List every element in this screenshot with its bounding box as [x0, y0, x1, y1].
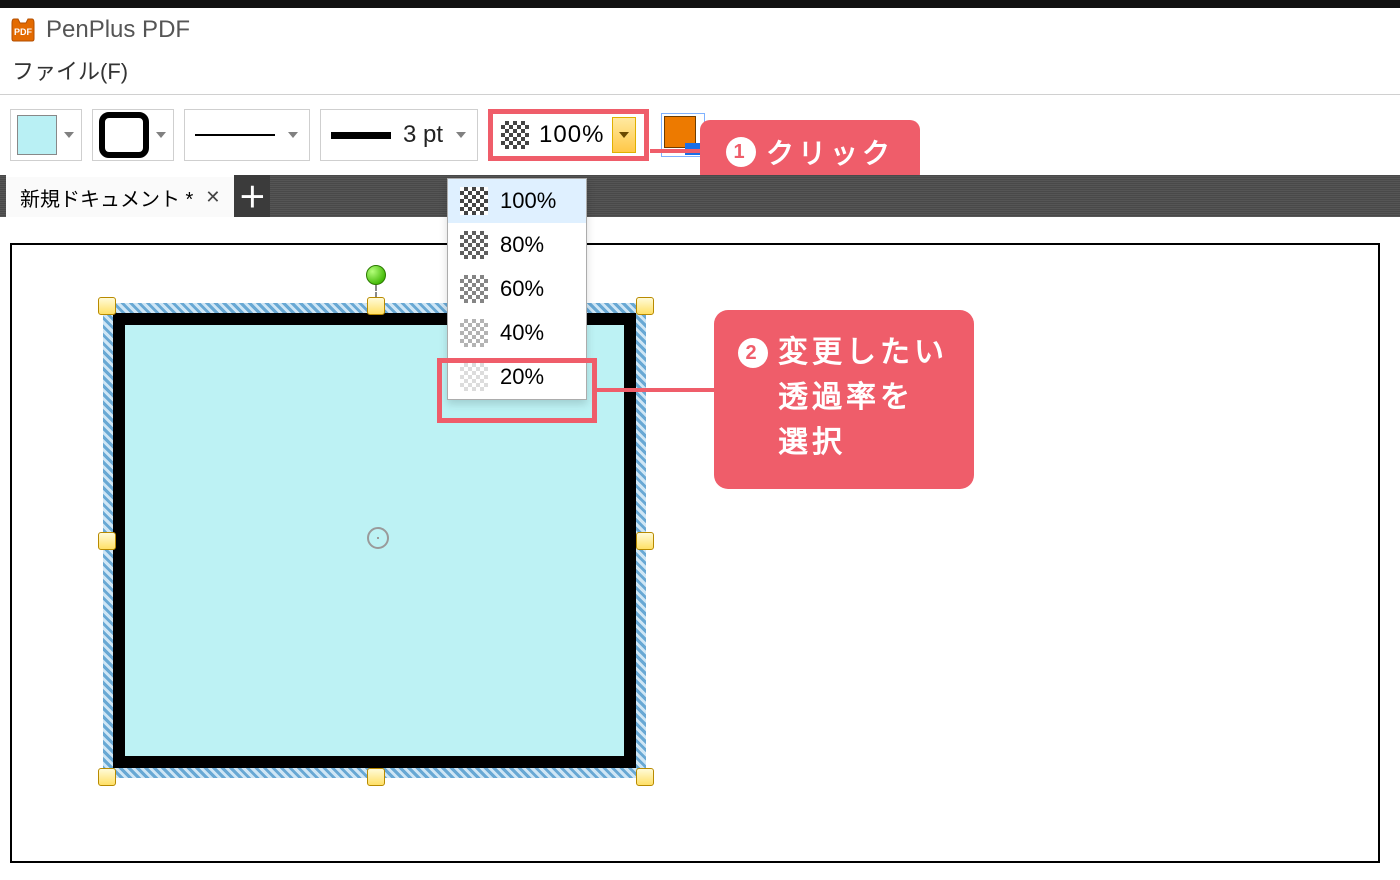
document-tab[interactable]: 新規ドキュメント * ✕ — [6, 175, 234, 217]
menu-bar: ファイル(F) — [0, 50, 1400, 94]
line-width-sample — [331, 132, 391, 139]
center-marker-icon — [367, 527, 389, 549]
line-width-picker[interactable]: 3 pt — [320, 109, 478, 161]
resize-handle-tl[interactable] — [98, 297, 116, 315]
resize-handle-bl[interactable] — [98, 768, 116, 786]
opacity-dropdown: 100% 80% 60% 40% 20% — [447, 178, 587, 400]
opacity-option-80[interactable]: 80% — [448, 223, 586, 267]
line-width-label: 3 pt — [403, 121, 443, 149]
resize-handle-bm[interactable] — [367, 768, 385, 786]
stroke-swatch — [99, 112, 149, 158]
chevron-down-icon — [287, 130, 299, 140]
resize-handle-tm[interactable] — [367, 297, 385, 315]
opacity-option-20[interactable]: 20% — [448, 355, 586, 399]
document-area — [0, 217, 1400, 877]
callout-1-text: クリック — [766, 132, 894, 172]
opacity-option-100[interactable]: 100% — [448, 179, 586, 223]
opacity-picker[interactable]: 100% — [488, 109, 649, 161]
opacity-option-label: 20% — [500, 364, 544, 390]
resize-handle-mr[interactable] — [636, 532, 654, 550]
stroke-color-picker[interactable] — [92, 109, 174, 161]
chevron-down-icon — [63, 130, 75, 140]
callout-1-number: 1 — [726, 137, 756, 167]
callout-connector — [597, 388, 719, 392]
opacity-option-label: 40% — [500, 320, 544, 346]
opacity-value: 100% — [539, 121, 604, 149]
callout-2-number: 2 — [738, 338, 768, 368]
opacity-option-label: 80% — [500, 232, 544, 258]
resize-handle-br[interactable] — [636, 768, 654, 786]
tab-label: 新規ドキュメント * — [20, 183, 193, 212]
app-icon: PDF — [10, 17, 36, 43]
close-icon[interactable]: ✕ — [205, 187, 220, 208]
resize-handle-tr[interactable] — [636, 297, 654, 315]
title-bar: PDF PenPlus PDF — [0, 8, 1400, 50]
opacity-swatch-icon — [460, 319, 488, 347]
document-page[interactable] — [10, 243, 1380, 863]
opacity-swatch-icon — [501, 121, 529, 149]
rotate-handle[interactable] — [366, 265, 386, 285]
add-tab-button[interactable]: ＋ — [234, 175, 270, 217]
opacity-swatch-icon — [460, 187, 488, 215]
opacity-option-60[interactable]: 60% — [448, 267, 586, 311]
opacity-option-label: 60% — [500, 276, 544, 302]
callout-2-line2: 透過率を — [778, 375, 954, 420]
resize-handle-ml[interactable] — [98, 532, 116, 550]
fill-swatch — [17, 115, 57, 155]
opacity-option-40[interactable]: 40% — [448, 311, 586, 355]
svg-text:PDF: PDF — [14, 27, 33, 37]
opacity-option-label: 100% — [500, 188, 556, 214]
chevron-down-icon — [155, 130, 167, 140]
line-style-sample — [195, 134, 275, 136]
callout-2-line1: 変更したい — [778, 330, 948, 375]
opacity-swatch-icon — [460, 363, 488, 391]
chevron-down-icon — [618, 130, 630, 140]
opacity-swatch-icon — [460, 231, 488, 259]
fill-color-picker[interactable] — [10, 109, 82, 161]
line-style-picker[interactable] — [184, 109, 310, 161]
chevron-down-icon — [455, 130, 467, 140]
menu-file[interactable]: ファイル(F) — [12, 54, 128, 86]
desktop-strip — [0, 0, 1400, 8]
opacity-dropdown-btn[interactable] — [612, 117, 636, 153]
tab-strip: 新規ドキュメント * ✕ ＋ — [0, 175, 1400, 217]
callout-2: 2 変更したい 透過率を 選択 — [714, 310, 974, 489]
opacity-swatch-icon — [460, 275, 488, 303]
callout-2-line3: 選択 — [778, 420, 954, 465]
app-title: PenPlus PDF — [46, 16, 190, 44]
